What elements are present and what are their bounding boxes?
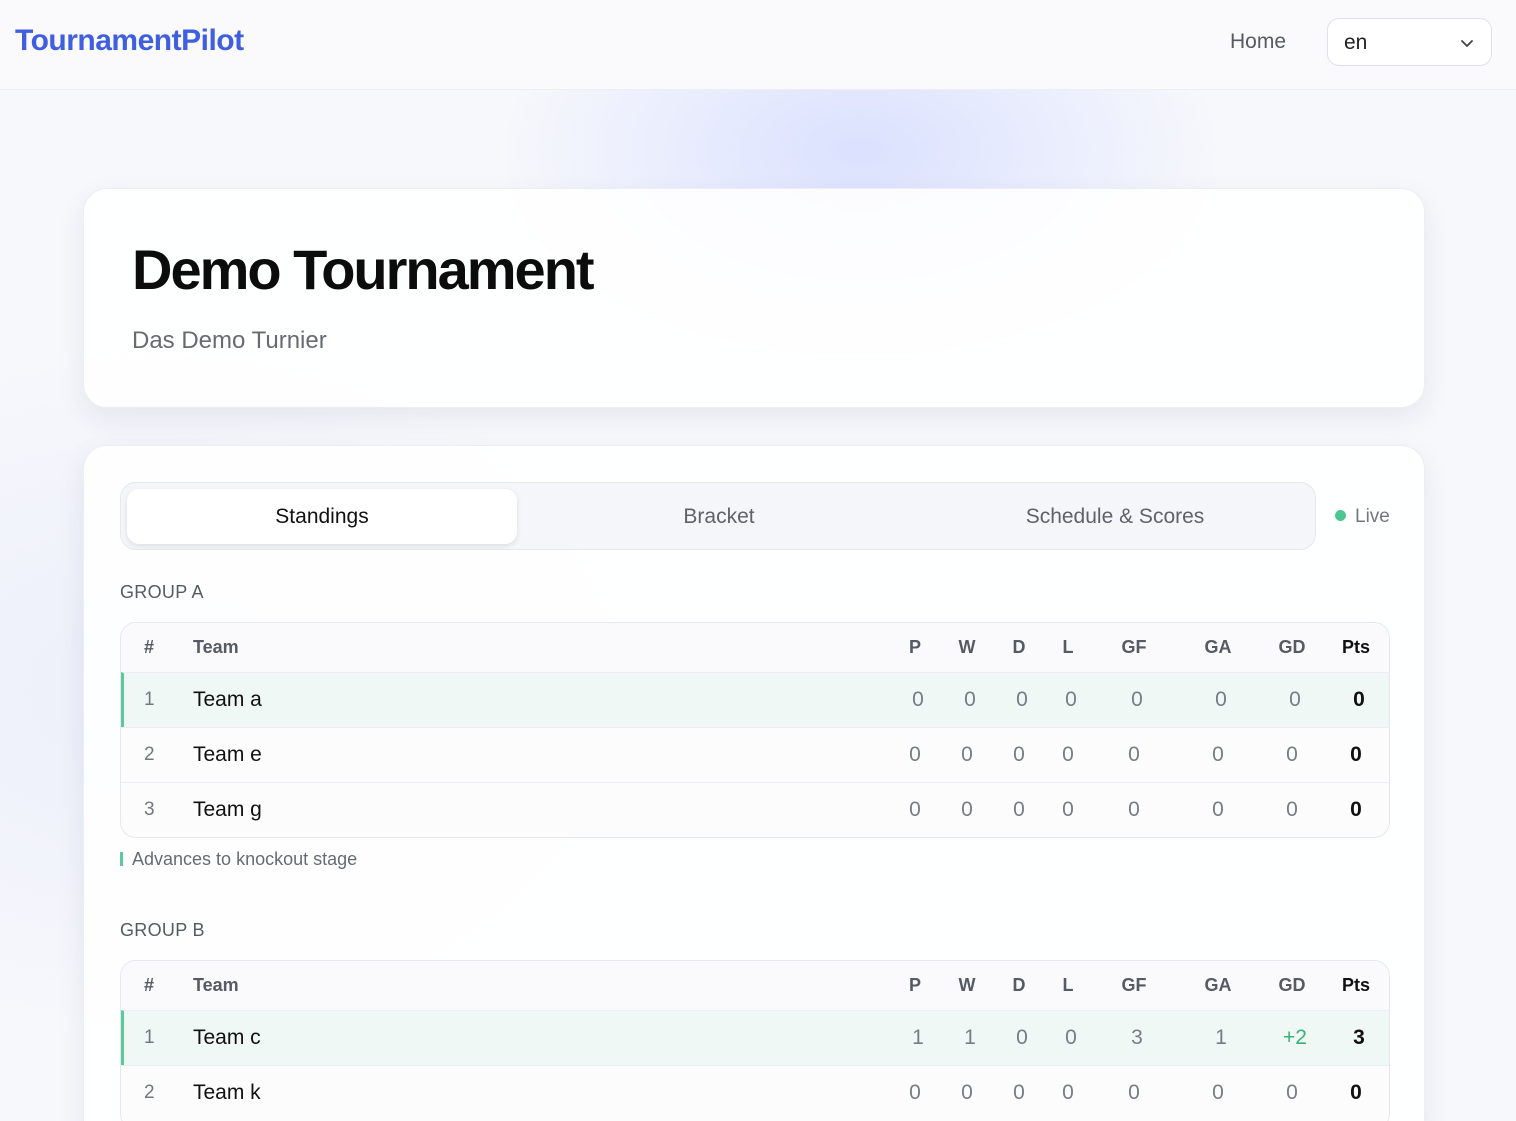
table-row[interactable]: 1 Team c 1 1 0 0 3 1 +2 3 — [121, 1010, 1389, 1065]
group-b-label: GROUP B — [120, 920, 205, 940]
app-logo[interactable]: TournamentPilot — [15, 24, 244, 58]
row-pts: 0 — [1350, 743, 1362, 766]
row-team: Team k — [193, 1081, 261, 1104]
row-w: 0 — [961, 1081, 973, 1104]
top-navigation-bar: TournamentPilot Home en — [0, 0, 1516, 90]
standings-card: Standings Bracket Schedule & Scores Live… — [83, 445, 1425, 1121]
col-team: Team — [193, 975, 239, 995]
row-p: 0 — [909, 743, 921, 766]
row-ga: 1 — [1215, 1026, 1227, 1049]
col-ga: GA — [1204, 975, 1232, 995]
row-l: 0 — [1062, 743, 1074, 766]
language-value: en — [1344, 31, 1368, 54]
col-pts: Pts — [1341, 637, 1370, 657]
col-rank: # — [144, 975, 155, 995]
row-gf: 0 — [1128, 1081, 1140, 1104]
table-row[interactable]: 3 Team g 0 0 0 0 0 0 0 0 — [121, 782, 1389, 837]
row-ga: 0 — [1212, 743, 1224, 766]
row-p: 1 — [912, 1026, 924, 1049]
row-p: 0 — [912, 688, 924, 711]
row-pts: 0 — [1350, 1081, 1362, 1104]
row-gf: 0 — [1128, 743, 1140, 766]
row-ga: 0 — [1212, 798, 1224, 821]
row-gf: 0 — [1131, 688, 1143, 711]
col-w: W — [958, 975, 976, 995]
row-gf: 0 — [1128, 798, 1140, 821]
row-l: 0 — [1065, 1026, 1077, 1049]
view-tabs: Standings Bracket Schedule & Scores — [120, 482, 1316, 550]
row-gd: 0 — [1289, 688, 1301, 711]
row-w: 0 — [964, 688, 976, 711]
row-l: 0 — [1062, 798, 1074, 821]
nav-home-link[interactable]: Home — [1230, 30, 1286, 54]
tournament-header-card: Demo Tournament Das Demo Turnier — [83, 188, 1425, 408]
col-gd: GD — [1278, 637, 1306, 657]
row-gd: +2 — [1283, 1026, 1307, 1049]
live-indicator: Live — [1335, 506, 1390, 528]
row-team: Team c — [193, 1026, 261, 1049]
group-a-table: # Team P W D L GF GA GD Pts 1 Team a 0 0… — [120, 622, 1390, 838]
table-header: # Team P W D L GF GA GD Pts — [121, 961, 1389, 1010]
tab-bracket[interactable]: Bracket — [524, 489, 914, 544]
row-pts: 0 — [1353, 688, 1365, 711]
row-team: Team g — [193, 798, 262, 821]
row-gf: 3 — [1131, 1026, 1143, 1049]
row-p: 0 — [909, 798, 921, 821]
live-label: Live — [1355, 506, 1390, 527]
col-l: L — [1062, 637, 1074, 657]
row-w: 0 — [961, 798, 973, 821]
row-ga: 0 — [1215, 688, 1227, 711]
row-pts: 3 — [1353, 1026, 1365, 1049]
row-p: 0 — [909, 1081, 921, 1104]
col-gf: GF — [1121, 975, 1147, 995]
col-l: L — [1062, 975, 1074, 995]
col-p: P — [908, 637, 921, 657]
table-row[interactable]: 2 Team k 0 0 0 0 0 0 0 0 — [121, 1065, 1389, 1120]
tab-schedule-scores[interactable]: Schedule & Scores — [920, 489, 1310, 544]
row-rank: 2 — [144, 744, 155, 765]
row-gd: 0 — [1286, 1081, 1298, 1104]
row-gd: 0 — [1286, 798, 1298, 821]
tournament-subtitle: Das Demo Turnier — [132, 327, 327, 354]
col-gd: GD — [1278, 975, 1306, 995]
col-pts: Pts — [1341, 975, 1370, 995]
row-w: 1 — [964, 1026, 976, 1049]
col-w: W — [958, 637, 976, 657]
table-row[interactable]: 2 Team e 0 0 0 0 0 0 0 0 — [121, 727, 1389, 782]
row-l: 0 — [1065, 688, 1077, 711]
group-b-table: # Team P W D L GF GA GD Pts 1 Team c 1 1… — [120, 960, 1390, 1121]
col-p: P — [908, 975, 921, 995]
live-dot-icon — [1335, 510, 1346, 521]
language-select[interactable]: en — [1327, 18, 1492, 66]
row-ga: 0 — [1212, 1081, 1224, 1104]
row-team: Team a — [193, 688, 262, 711]
row-rank: 1 — [144, 689, 155, 710]
row-w: 0 — [961, 743, 973, 766]
row-team: Team e — [193, 743, 262, 766]
row-l: 0 — [1062, 1081, 1074, 1104]
col-ga: GA — [1204, 637, 1232, 657]
col-rank: # — [144, 637, 155, 657]
chevron-down-icon — [1461, 40, 1473, 47]
row-gd: 0 — [1286, 743, 1298, 766]
row-rank: 2 — [144, 1082, 155, 1103]
row-rank: 3 — [144, 799, 155, 820]
legend-label: Advances to knockout stage — [132, 849, 358, 869]
row-rank: 1 — [144, 1027, 155, 1048]
table-header: # Team P W D L GF GA GD Pts — [121, 623, 1389, 672]
tournament-title: Demo Tournament — [132, 238, 595, 301]
row-pts: 0 — [1350, 798, 1362, 821]
table-row[interactable]: 1 Team a 0 0 0 0 0 0 0 0 — [121, 672, 1389, 727]
col-team: Team — [193, 637, 239, 657]
tab-standings[interactable]: Standings — [127, 489, 517, 544]
qualification-legend: Advances to knockout stage — [120, 849, 357, 870]
qualified-marker-icon — [120, 852, 123, 866]
col-gf: GF — [1121, 637, 1147, 657]
group-a-label: GROUP A — [120, 582, 204, 602]
